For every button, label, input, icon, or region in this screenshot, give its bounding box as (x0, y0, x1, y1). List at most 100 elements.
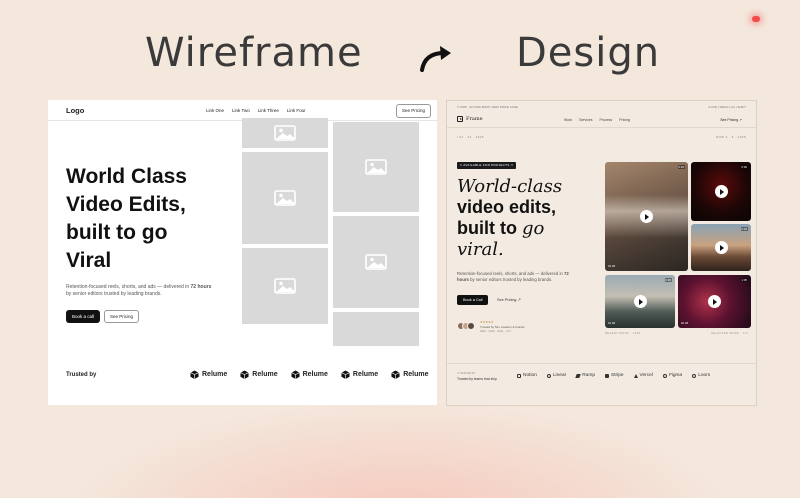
linear-logo: Linear (546, 373, 566, 378)
trusted-small-label: // TRUSTED BY (457, 372, 476, 375)
tile-duration: 0:18 (740, 227, 748, 231)
cube-icon (391, 370, 400, 379)
wireframe-book-call-button[interactable]: Book a call (66, 310, 100, 323)
figma-logo: Figma (662, 373, 682, 378)
wireframe-logo[interactable]: Logo (66, 106, 84, 115)
notion-logo: Notion (517, 373, 537, 378)
play-icon[interactable] (640, 210, 653, 223)
vercel-triangle-icon (633, 373, 638, 378)
rating-stars: ★★★★★ (480, 320, 494, 324)
wireframe-trusted-logos: Relume Relume Relume Relume Relume (190, 370, 428, 379)
image-placeholder (333, 312, 419, 346)
image-placeholder (242, 248, 328, 324)
design-hero-subtitle: Retention-focused reels, shorts, and ads… (457, 271, 569, 282)
wireframe-trusted-label: Trusted by (66, 372, 97, 378)
wireframe-pricing-button[interactable]: See Pricing (395, 104, 431, 118)
wireframe-nav-links: Link One Link Two Link Three Link Four (206, 108, 306, 113)
meta-right: NOW 4 · 4 · 2025 (716, 135, 746, 139)
avatar-stack (457, 322, 475, 330)
loom-icon (692, 373, 697, 378)
tile-tag: 01 48 (608, 321, 615, 325)
play-icon[interactable] (633, 295, 647, 308)
image-icon (365, 159, 387, 175)
video-tile[interactable]: 0:30 (691, 162, 751, 221)
video-tile[interactable]: 0:24 01 48 (605, 162, 688, 271)
trusted-logos: Notion Linear Ramp Stripe Vercel Figma L… (517, 373, 710, 378)
image-icon (274, 190, 296, 206)
loom-logo: Loom (692, 373, 710, 378)
tile-duration: 0:36 (664, 278, 672, 282)
tile-tag: 02 48 (681, 321, 688, 325)
relume-logo: Relume (341, 370, 378, 379)
wireframe-hero-subtitle: Retention-focused reels, shorts, and ads… (66, 284, 212, 297)
cube-icon (240, 370, 249, 379)
tile-tag: 01 48 (608, 264, 615, 268)
video-tile[interactable]: 0:36 01 48 (605, 275, 675, 328)
design-hero-title: World-class video edits, built to go vir… (457, 176, 563, 260)
image-placeholder (333, 122, 419, 212)
play-icon[interactable] (708, 295, 721, 308)
relume-logo: Relume (190, 370, 227, 379)
design-trusted-bar: // TRUSTED BY Trusted by teams that ship… (447, 363, 756, 393)
ramp-icon (575, 373, 581, 378)
video-tile[interactable]: 1:05 02 48 (678, 275, 751, 328)
play-box-icon (457, 116, 463, 122)
meta-left: / 01 · 01 · 2025 (457, 135, 484, 139)
design-pricing-link[interactable]: See Pricing ↗ (720, 118, 742, 122)
video-tile[interactable]: 0:18 (691, 224, 751, 271)
nav-link-pricing[interactable]: Pricing (619, 118, 630, 122)
wireframe-image-column-left (242, 118, 328, 328)
wireframe-nav-link[interactable]: Link Three (258, 108, 279, 113)
design-topbar: © 2025 · 02 NOW BOOK VIEW PRICE CASE 4 L… (447, 103, 756, 110)
trusted-label: Trusted by teams that ship (457, 377, 497, 381)
design-heading: Design (516, 30, 661, 76)
availability-badge: // AVAILABLE FOR PROJECTS // (457, 162, 516, 169)
stripe-logo: Stripe (605, 373, 624, 378)
image-icon (365, 254, 387, 270)
tile-duration: 0:24 (677, 165, 685, 169)
wireframe-heading: Wireframe (145, 30, 363, 76)
cube-icon (290, 370, 300, 379)
stripe-icon (605, 373, 610, 378)
design-book-call-button[interactable]: Book a Call (457, 295, 489, 305)
play-icon[interactable] (714, 241, 728, 254)
design-nav-links: Work Services Process Pricing (564, 118, 630, 122)
tile-caption-right: SELECTED WORK · 4/4 (711, 332, 748, 335)
topbar-left-text: © 2025 · 02 NOW BOOK VIEW PRICE CASE (457, 105, 518, 109)
vercel-logo: Vercel (633, 373, 653, 378)
image-placeholder (242, 152, 328, 244)
figma-icon (662, 373, 667, 378)
cube-icon (341, 370, 350, 379)
wireframe-nav-link[interactable]: Link Four (287, 108, 306, 113)
wireframe-image-column-right (333, 122, 419, 350)
play-icon[interactable] (714, 185, 728, 198)
wireframe-nav-link[interactable]: Link Two (232, 108, 250, 113)
design-brand[interactable]: Frame (457, 116, 483, 122)
nav-link-process[interactable]: Process (600, 118, 613, 122)
image-icon (274, 278, 296, 294)
design-see-pricing-link[interactable]: See Pricing ↗ (497, 295, 521, 305)
curved-arrow-icon (420, 46, 451, 72)
notification-dot (752, 16, 760, 22)
tile-caption-left: RECENT WORK · 2025 (605, 332, 641, 335)
trust-subtext: REEL · REEL · REEL · 24H (480, 330, 511, 333)
design-navbar: Frame Work Services Process Pricing See … (447, 114, 756, 128)
image-placeholder (333, 216, 419, 308)
tile-duration: 0:30 (740, 165, 748, 169)
wireframe-nav-link[interactable]: Link One (206, 108, 224, 113)
nav-link-services[interactable]: Services (579, 118, 592, 122)
linear-icon (546, 373, 551, 378)
cube-icon (190, 370, 199, 379)
relume-logo: Relume (391, 370, 428, 379)
notion-icon (517, 373, 521, 378)
tile-duration: 1:05 (740, 278, 748, 282)
topbar-right-text: 4 LIVE | WRLD | AU | SHIFT (708, 105, 746, 109)
trust-text: Trusted by 50+ creators & brands (480, 325, 525, 329)
nav-link-work[interactable]: Work (564, 118, 572, 122)
relume-logo: Relume (290, 370, 328, 379)
wireframe-panel: Logo Link One Link Two Link Three Link F… (48, 100, 437, 405)
image-placeholder (242, 118, 328, 148)
wireframe-see-pricing-button[interactable]: See Pricing (104, 310, 139, 323)
relume-logo: Relume (240, 370, 278, 379)
wireframe-hero-title: World Class Video Edits, built to go Vir… (66, 165, 187, 272)
